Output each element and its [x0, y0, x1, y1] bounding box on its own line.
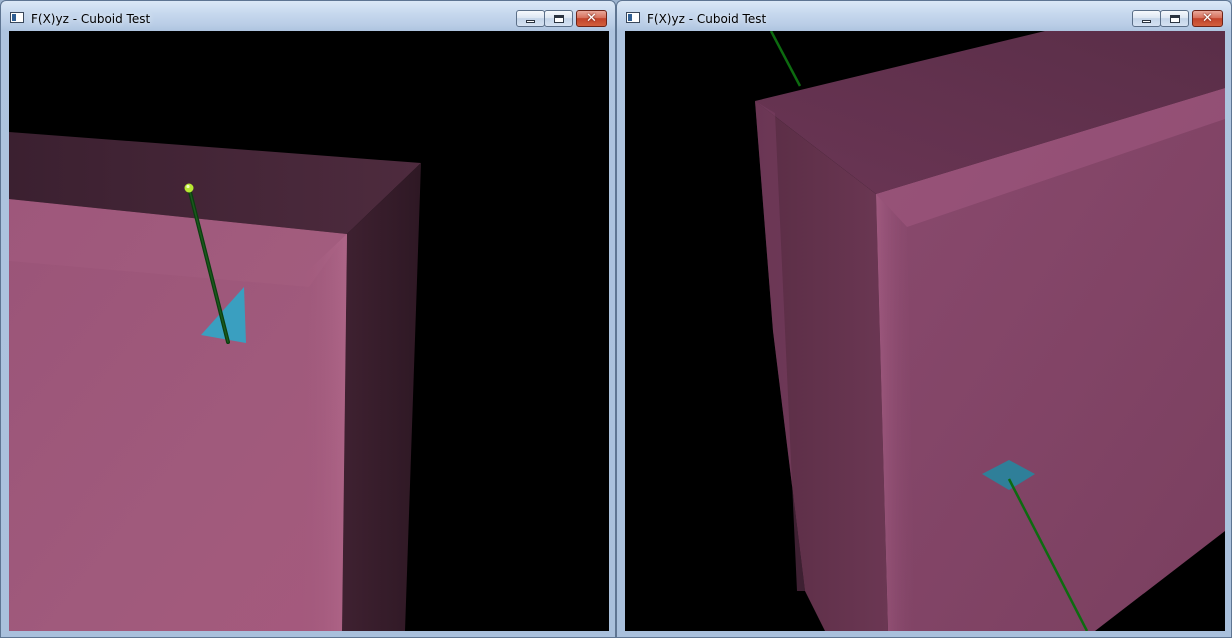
cuboid-side-face [342, 163, 421, 631]
title-bar[interactable]: F(X)yz - Cuboid Test ✕ [617, 1, 1231, 31]
window-title: F(X)yz - Cuboid Test [647, 12, 767, 26]
app-window-icon[interactable] [10, 12, 24, 23]
scene-canvas [755, 31, 1225, 631]
axis-endpoint-sphere [184, 183, 194, 193]
window-left: F(X)yz - Cuboid Test ✕ [0, 0, 616, 638]
window-controls: ✕ [516, 10, 607, 29]
3d-viewport[interactable] [625, 31, 1225, 631]
axis-line-top [769, 31, 802, 87]
maximize-button[interactable] [1160, 10, 1189, 27]
close-icon: ✕ [1202, 11, 1213, 26]
app-window-icon[interactable] [626, 12, 640, 23]
window-controls: ✕ [1132, 10, 1223, 29]
cuboid-front-edge-glow [299, 234, 347, 631]
3d-viewport[interactable] [9, 31, 609, 631]
close-icon: ✕ [586, 11, 597, 26]
minimize-icon [526, 20, 535, 23]
maximize-button[interactable] [544, 10, 573, 27]
minimize-icon [1142, 20, 1151, 23]
close-button[interactable]: ✕ [1192, 10, 1223, 27]
close-button[interactable]: ✕ [576, 10, 607, 27]
window-title: F(X)yz - Cuboid Test [31, 12, 151, 26]
minimize-button[interactable] [1132, 10, 1161, 27]
scene-canvas [9, 132, 421, 631]
window-right: F(X)yz - Cuboid Test ✕ [616, 0, 1232, 638]
minimize-button[interactable] [516, 10, 545, 27]
title-bar[interactable]: F(X)yz - Cuboid Test ✕ [1, 1, 615, 31]
maximize-icon [1169, 14, 1180, 23]
maximize-icon [553, 14, 564, 23]
